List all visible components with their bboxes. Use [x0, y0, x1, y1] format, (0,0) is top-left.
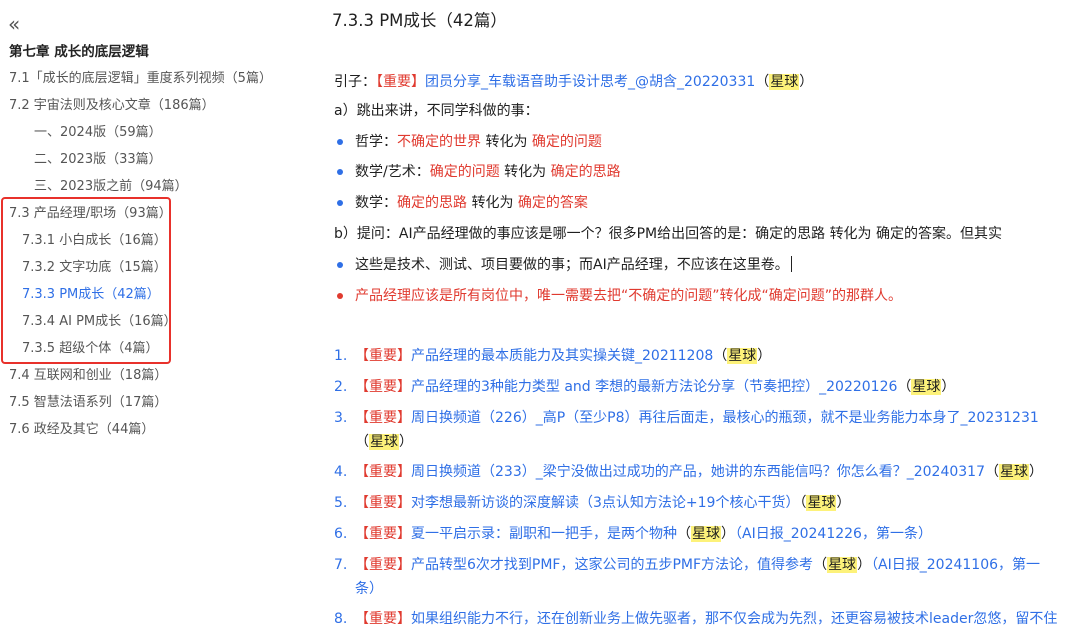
sidebar-item-2024[interactable]: 一、2024版（59篇） — [34, 124, 162, 142]
bullet-dot — [337, 293, 343, 299]
article-link[interactable]: 产品转型6次才找到PMF，这家公司的五步PMF方法论，值得参考 — [411, 557, 813, 573]
important-tag: 【重要】 — [376, 74, 425, 90]
article-item-4[interactable]: 【重要】周日换频道（233）_梁宁没做出过成功的产品，她讲的东西能信吗？你怎么看… — [355, 460, 1061, 484]
verb-text: 转化为 — [481, 134, 532, 150]
article-item-1[interactable]: 【重要】产品经理的最本质能力及其实操关键_20211208（星球） — [355, 344, 1061, 368]
article-link[interactable]: 夏一平启示录：副职和一把手，是两个物种 — [411, 526, 677, 542]
list-number: 5. — [334, 495, 348, 511]
article-item-2[interactable]: 【重要】产品经理的3种能力类型 and 李想的最新方法论分享（节奏把控）_202… — [355, 375, 1061, 399]
verb-text: 转化为 — [499, 164, 551, 180]
important-tag: 【重要】 — [355, 526, 411, 542]
article-tail[interactable]: （AI日报_20241226，第一条） — [735, 526, 932, 542]
article-item-5[interactable]: 【重要】对李想最新访谈的深度解读（3点认知方法论+19个核心干货）（星球） — [355, 491, 1061, 515]
from-text: 不确定的世界 — [397, 134, 481, 150]
important-tag: 【重要】 — [355, 557, 411, 573]
to-text: 确定的答案 — [517, 195, 588, 211]
bullet-dot — [337, 200, 343, 206]
article-item-3[interactable]: 【重要】周日换频道（226）_高P（至少P8）再往后面走，最核心的瓶颈，就不是业… — [355, 406, 1061, 454]
article-link[interactable]: 如果组织能力不行，还在创新业务上做先驱者，那不仅会成为先烈，还更容易被技术lea… — [411, 611, 1057, 627]
subject: 数学/艺术： — [355, 164, 430, 180]
important-tag: 【重要】 — [355, 611, 411, 627]
sidebar-item-7-2[interactable]: 7.2 宇宙法则及核心文章（186篇） — [9, 97, 215, 115]
bullet-item-math-art: 数学/艺术：确定的问题 转化为 确定的思路 — [355, 162, 621, 182]
article-link[interactable]: 产品经理的3种能力类型 and 李想的最新方法论分享（节奏把控）_2022012… — [411, 379, 897, 395]
article-item-8[interactable]: 【重要】如果组织能力不行，还在创新业务上做先驱者，那不仅会成为先烈，还更容易被技… — [355, 607, 1061, 631]
text-cursor — [790, 256, 792, 272]
page-title: 7.3.3 PM成长（42篇） — [332, 11, 507, 30]
important-tag: 【重要】 — [355, 379, 411, 395]
article-item-6[interactable]: 【重要】夏一平启示录：副职和一把手，是两个物种（星球）（AI日报_2024122… — [355, 522, 1061, 546]
article-link[interactable]: 周日换频道（226）_高P（至少P8）再往后面走，最核心的瓶颈，就不是业务能力本… — [411, 410, 1039, 426]
star-badge: 星球 — [827, 557, 858, 573]
intro-link[interactable]: 团员分享_车载语音助手设计思考_@胡含_20220331 — [425, 74, 755, 90]
subject: 数学： — [355, 195, 397, 211]
list-number: 1. — [334, 348, 348, 364]
highlight-annotation-box — [1, 197, 171, 364]
paren-close: ） — [799, 74, 814, 90]
from-text: 确定的问题 — [429, 164, 500, 180]
section-a-heading: a）跳出来讲，不同学科做的事： — [334, 103, 539, 119]
star-badge: 星球 — [998, 464, 1029, 480]
important-tag: 【重要】 — [355, 464, 411, 480]
bullet-dot — [337, 139, 343, 145]
b-item-text: 这些是技术、测试、项目要做的事；而AI产品经理，不应该在这里卷。 — [355, 257, 789, 273]
bullet-item-math: 数学：确定的思路 转化为 确定的答案 — [355, 193, 588, 213]
sidebar: « 第七章 成长的底层逻辑 7.1「成长的底层逻辑」重度系列视频（5篇） 7.2… — [0, 0, 300, 633]
bullet-item-b2: 产品经理应该是所有岗位中，唯一需要去把“不确定的问题”转化成“确定问题”的那群人… — [355, 288, 903, 304]
sidebar-item-pre-2023[interactable]: 三、2023版之前（94篇） — [34, 178, 188, 196]
section-b-heading: b）提问：AI产品经理做的事应该是哪一个？很多PM给出回答的是：确定的思路 转化… — [334, 226, 1003, 242]
to-text: 确定的思路 — [550, 164, 621, 180]
paren-open: （ — [755, 74, 770, 90]
list-number: 7. — [334, 557, 348, 573]
list-number: 4. — [334, 464, 348, 480]
star-badge: 星球 — [727, 348, 758, 364]
article-link[interactable]: 周日换频道（233）_梁宁没做出过成功的产品，她讲的东西能信吗？你怎么看？_20… — [411, 464, 985, 480]
bullet-item-philosophy: 哲学：不确定的世界 转化为 确定的问题 — [355, 132, 602, 152]
sidebar-item-7-5[interactable]: 7.5 智慧法语系列（17篇） — [9, 394, 167, 412]
to-text: 确定的问题 — [531, 134, 602, 150]
from-text: 确定的思路 — [397, 195, 467, 211]
article-link[interactable]: 对李想最新访谈的深度解读（3点认知方法论+19个核心干货） — [411, 495, 799, 511]
sidebar-item-7-1[interactable]: 7.1「成长的底层逻辑」重度系列视频（5篇） — [9, 70, 272, 88]
verb-text: 转化为 — [467, 195, 518, 211]
star-badge: 星球 — [769, 74, 800, 90]
subject: 哲学： — [355, 134, 397, 150]
star-badge: 星球 — [369, 434, 399, 450]
bullet-dot — [337, 262, 343, 268]
bullet-dot — [337, 169, 343, 175]
bullet-item-b1: 这些是技术、测试、项目要做的事；而AI产品经理，不应该在这里卷。 — [355, 255, 792, 275]
intro-line: 引子：【重要】团员分享_车载语音助手设计思考_@胡含_20220331（星球） — [334, 72, 813, 92]
collapse-sidebar-icon[interactable]: « — [8, 12, 20, 36]
chapter-title[interactable]: 第七章 成长的底层逻辑 — [9, 43, 149, 61]
list-number: 3. — [334, 410, 348, 426]
sidebar-item-7-6[interactable]: 7.6 政经及其它（44篇） — [9, 421, 154, 439]
list-number: 2. — [334, 379, 348, 395]
article-link[interactable]: 产品经理的最本质能力及其实操关键_20211208 — [411, 348, 713, 364]
intro-prefix: 引子： — [334, 74, 376, 90]
list-number: 6. — [334, 526, 348, 542]
list-number: 8. — [334, 611, 348, 627]
sidebar-item-2023[interactable]: 二、2023版（33篇） — [34, 151, 162, 169]
important-tag: 【重要】 — [355, 495, 411, 511]
important-tag: 【重要】 — [355, 410, 411, 426]
main-content: 7.3.3 PM成长（42篇） 引子：【重要】团员分享_车载语音助手设计思考_@… — [318, 0, 1080, 633]
star-badge: 星球 — [691, 526, 721, 542]
important-tag: 【重要】 — [355, 348, 411, 364]
star-badge: 星球 — [911, 379, 942, 395]
star-badge: 星球 — [806, 495, 837, 511]
article-item-7[interactable]: 【重要】产品转型6次才找到PMF，这家公司的五步PMF方法论，值得参考（星球）（… — [355, 553, 1061, 601]
sidebar-item-7-4[interactable]: 7.4 互联网和创业（18篇） — [9, 367, 167, 385]
